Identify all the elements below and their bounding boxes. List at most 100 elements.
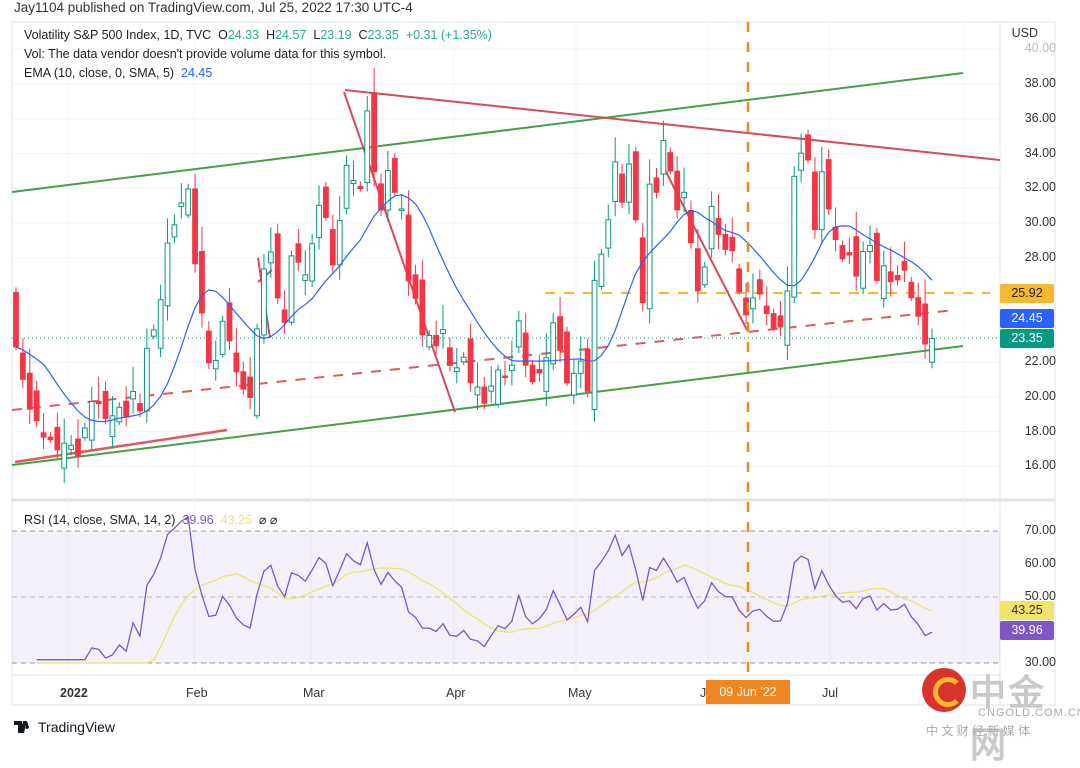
- candle-up: [316, 204, 322, 239]
- candle-down: [274, 233, 281, 299]
- ema-value: 24.45: [181, 66, 213, 80]
- candle-down: [894, 275, 901, 281]
- candle-up: [570, 372, 577, 396]
- candle-up: [591, 279, 598, 411]
- price-tick-label: 38.00: [1024, 76, 1056, 90]
- candle-up: [398, 208, 405, 212]
- ema-price-tag: 24.45: [1000, 309, 1054, 328]
- rsi-sma-tag: 43.25: [1000, 601, 1054, 620]
- candle-up: [267, 251, 274, 264]
- candle-down: [446, 347, 453, 366]
- time-tick-label: May: [568, 686, 592, 700]
- time-tick-label: Feb: [186, 686, 208, 700]
- candle-up: [867, 244, 873, 253]
- candle-down: [19, 352, 26, 380]
- candle-up: [453, 367, 460, 372]
- time-tick-label: Jul: [822, 686, 838, 700]
- candle-down: [722, 233, 729, 250]
- trend-line-mar[interactable]: [343, 91, 456, 413]
- tradingview-wordmark: TradingView: [38, 719, 116, 735]
- candle-up: [750, 297, 756, 310]
- candle-down: [770, 313, 777, 329]
- candle-down: [756, 279, 763, 295]
- candle-down: [736, 268, 743, 293]
- tradingview-logo[interactable]: TradingView: [14, 719, 115, 735]
- symbol-title[interactable]: Volatility S&P 500 Index, 1D, TVC: [24, 28, 211, 42]
- watermark-url: CNGOLD.COM.CN: [978, 707, 1080, 719]
- candle-down: [54, 426, 61, 451]
- rsi-label: RSI (14, close, SMA, 14, 2): [24, 513, 176, 527]
- candle-down: [653, 177, 660, 193]
- candle-up: [130, 390, 136, 400]
- candle-down: [557, 316, 563, 351]
- candle-up: [577, 360, 584, 374]
- channel-lower-line[interactable]: [11, 345, 964, 466]
- candle-up: [708, 205, 715, 250]
- open-value: 24.33: [227, 28, 260, 42]
- candle-up: [157, 299, 164, 349]
- candle-down: [95, 401, 102, 405]
- candle-up: [61, 442, 68, 469]
- candle-up: [508, 364, 515, 372]
- candle-down: [481, 386, 488, 404]
- chart-canvas[interactable]: [0, 0, 1080, 744]
- candle-down: [915, 297, 922, 317]
- candle-down: [584, 348, 591, 392]
- candle-down: [694, 248, 701, 292]
- price-tick-label: 32.00: [1024, 180, 1056, 195]
- candle-down: [405, 214, 412, 282]
- price-tick-label: 18.00: [1024, 423, 1056, 438]
- volume-note: Vol: The data vendor doesn't provide vol…: [24, 47, 387, 61]
- candle-down: [192, 188, 198, 265]
- candle-down: [874, 232, 880, 281]
- rsi-tag: 39.96: [1000, 621, 1054, 640]
- candle-down: [323, 186, 329, 218]
- ema-legend[interactable]: EMA (10, close, 0, SMA, 5) 24.45: [24, 66, 212, 80]
- change-value: +0.31 (+1.35%): [405, 28, 492, 42]
- price-tick-label: 16.00: [1024, 458, 1056, 473]
- rsi-legend[interactable]: RSI (14, close, SMA, 14, 2) 39.96 43.25 …: [24, 512, 277, 527]
- candle-down: [846, 252, 853, 256]
- time-tick-label: Mar: [303, 686, 325, 700]
- candle-down: [226, 302, 233, 342]
- candle-up: [495, 369, 502, 405]
- close-label: C: [358, 28, 368, 42]
- candle-down: [412, 274, 419, 299]
- candle-down: [887, 271, 894, 283]
- candle-up: [385, 170, 391, 211]
- rsi-value: 39.96: [182, 513, 214, 527]
- open-label: O: [218, 28, 228, 42]
- time-tick-label: Apr: [446, 686, 466, 700]
- candle-down: [371, 92, 378, 173]
- candle-down: [75, 438, 81, 457]
- candle-up: [860, 251, 867, 289]
- candle-up: [426, 334, 433, 348]
- trend-line-jan[interactable]: [14, 428, 228, 464]
- candle-down: [832, 226, 839, 241]
- candle-up: [550, 322, 557, 365]
- price-tick-label: 20.00: [1024, 388, 1056, 403]
- resistance-line[interactable]: [344, 89, 1001, 161]
- rsi-tick-label: 70.00: [1024, 523, 1056, 537]
- level-price-tag: 25.92: [1000, 284, 1054, 303]
- candle-up: [791, 175, 798, 298]
- candle-up: [109, 415, 116, 438]
- candle-down: [688, 210, 694, 244]
- candle-down: [26, 372, 33, 410]
- candle-up: [460, 356, 467, 363]
- candle-up: [798, 152, 805, 171]
- candle-down: [199, 251, 205, 314]
- candle-down: [619, 173, 625, 203]
- price-tick-label: 34.00: [1024, 145, 1056, 160]
- price-tick-label: 40.00: [1024, 41, 1056, 56]
- candle-up: [929, 338, 935, 363]
- candle-down: [137, 403, 143, 412]
- candle-up: [474, 386, 481, 396]
- rsi-sma-value: 43.25: [220, 513, 252, 527]
- candle-down: [13, 292, 19, 348]
- cngold-logo-icon: [922, 668, 966, 712]
- candle-down: [853, 236, 860, 277]
- candle-down: [357, 186, 364, 190]
- candle-down: [922, 303, 929, 345]
- candle-down: [529, 364, 536, 383]
